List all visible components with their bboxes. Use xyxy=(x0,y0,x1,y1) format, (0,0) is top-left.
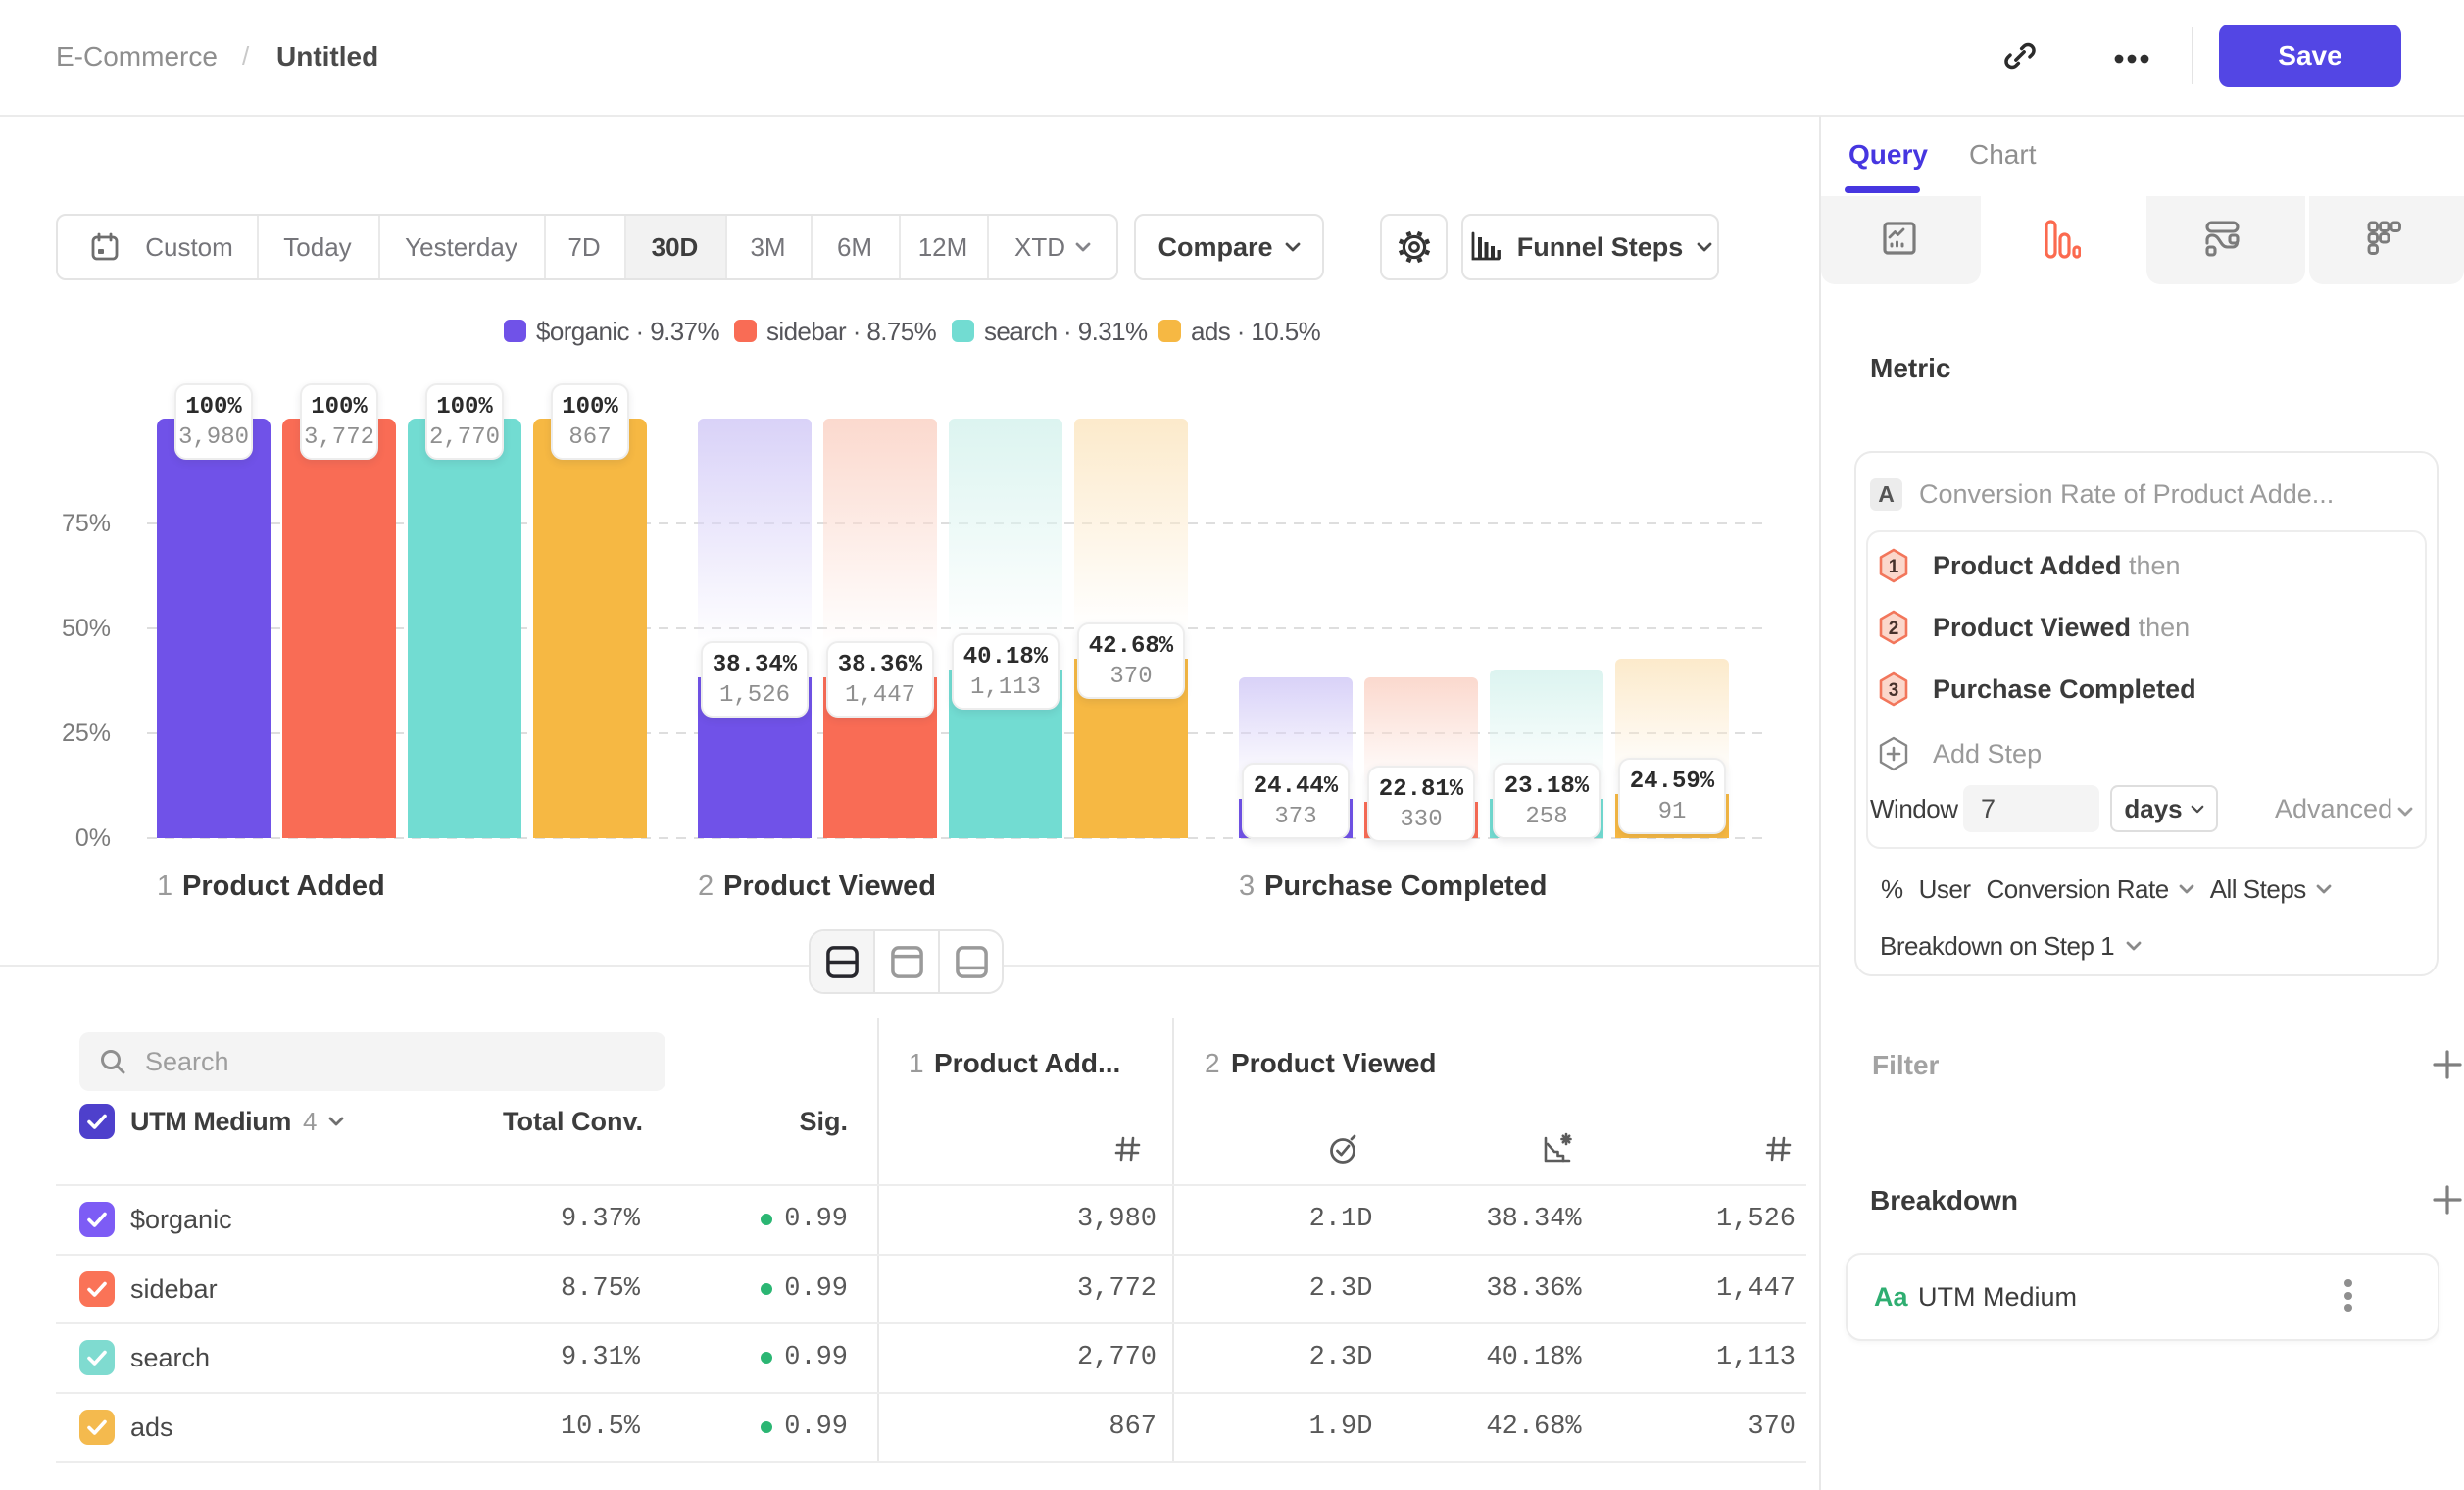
svg-text:2: 2 xyxy=(1889,619,1899,639)
svg-text:3: 3 xyxy=(1889,680,1899,701)
svg-text:1: 1 xyxy=(1889,557,1899,577)
